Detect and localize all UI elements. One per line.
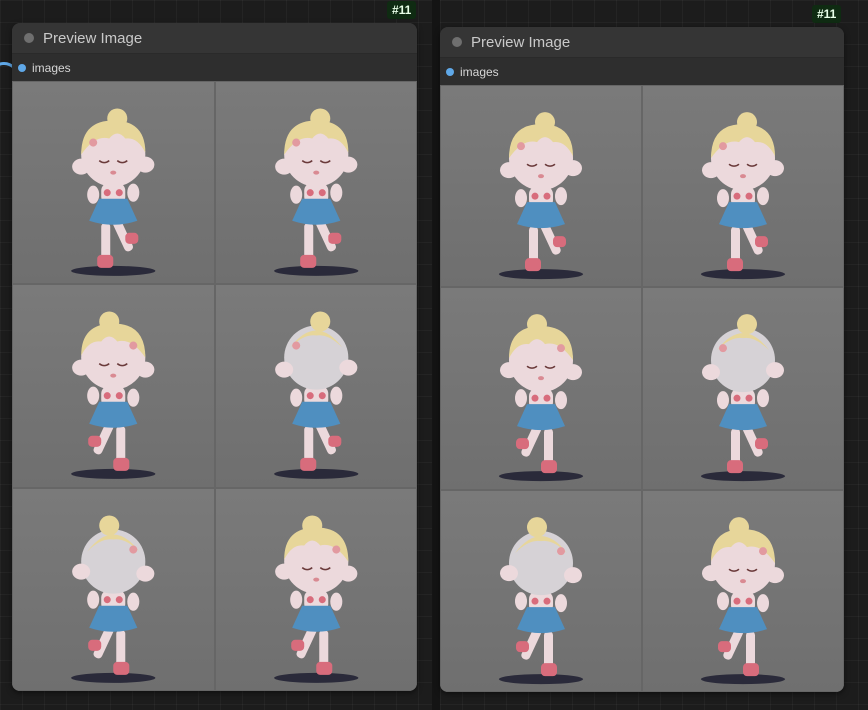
preview-image-thumbnail[interactable] xyxy=(440,489,642,692)
figure-image xyxy=(701,314,785,482)
figure-image xyxy=(701,516,785,684)
preview-image-grid xyxy=(440,85,844,692)
figure-image xyxy=(499,516,583,684)
node-title: Preview Image xyxy=(43,29,143,47)
preview-image-thumbnail[interactable] xyxy=(440,85,642,288)
figure-render xyxy=(71,311,156,480)
figure-render xyxy=(701,314,785,482)
figure-render xyxy=(273,515,358,683)
preview-image-node[interactable]: Preview Image images xyxy=(440,27,844,692)
preview-image-node[interactable]: Preview Image images xyxy=(12,23,417,691)
figure-image xyxy=(499,112,583,280)
right-canvas-pane: #11 Preview Image images xyxy=(440,0,868,710)
input-slot-label: images xyxy=(32,60,71,75)
preview-image-thumbnail[interactable] xyxy=(12,284,215,488)
preview-image-thumbnail[interactable] xyxy=(214,487,417,691)
input-slot-dot-icon[interactable] xyxy=(446,67,454,76)
figure-render xyxy=(71,108,156,276)
figure-render xyxy=(71,515,156,683)
input-slot-images[interactable]: images xyxy=(12,54,417,81)
preview-image-thumbnail[interactable] xyxy=(440,287,642,490)
figure-image xyxy=(71,108,156,276)
panel-divider xyxy=(432,0,440,710)
node-id-badge: #11 xyxy=(812,5,842,23)
collapse-toggle-icon[interactable] xyxy=(452,37,462,47)
node-id-badge: #11 xyxy=(387,1,417,19)
input-slot-images[interactable]: images xyxy=(440,58,844,85)
input-slot-dot-icon[interactable] xyxy=(18,63,26,72)
node-title-bar[interactable]: Preview Image xyxy=(12,23,417,54)
node-title-bar[interactable]: Preview Image xyxy=(440,27,844,58)
input-slot-label: images xyxy=(460,64,499,79)
figure-render xyxy=(499,516,583,684)
figure-render xyxy=(273,311,358,480)
left-canvas-pane: #11 Preview Image images xyxy=(0,0,432,710)
preview-image-thumbnail[interactable] xyxy=(642,489,844,692)
preview-image-thumbnail[interactable] xyxy=(214,284,417,488)
figure-render xyxy=(499,112,583,280)
figure-render xyxy=(499,314,583,482)
collapse-toggle-icon[interactable] xyxy=(24,33,34,43)
preview-image-thumbnail[interactable] xyxy=(12,487,215,691)
figure-image xyxy=(71,311,156,480)
figure-image xyxy=(499,314,583,482)
figure-image xyxy=(71,515,156,683)
preview-image-thumbnail[interactable] xyxy=(12,81,215,285)
preview-image-grid xyxy=(12,81,417,691)
figure-image xyxy=(273,515,358,683)
preview-image-thumbnail[interactable] xyxy=(642,85,844,288)
preview-image-thumbnail[interactable] xyxy=(642,287,844,490)
figure-render xyxy=(701,112,785,280)
figure-render xyxy=(273,108,358,276)
node-title: Preview Image xyxy=(471,33,571,51)
figure-image xyxy=(273,311,358,480)
figure-render xyxy=(701,516,785,684)
preview-image-thumbnail[interactable] xyxy=(214,81,417,285)
figure-image xyxy=(701,112,785,280)
figure-image xyxy=(273,108,358,276)
